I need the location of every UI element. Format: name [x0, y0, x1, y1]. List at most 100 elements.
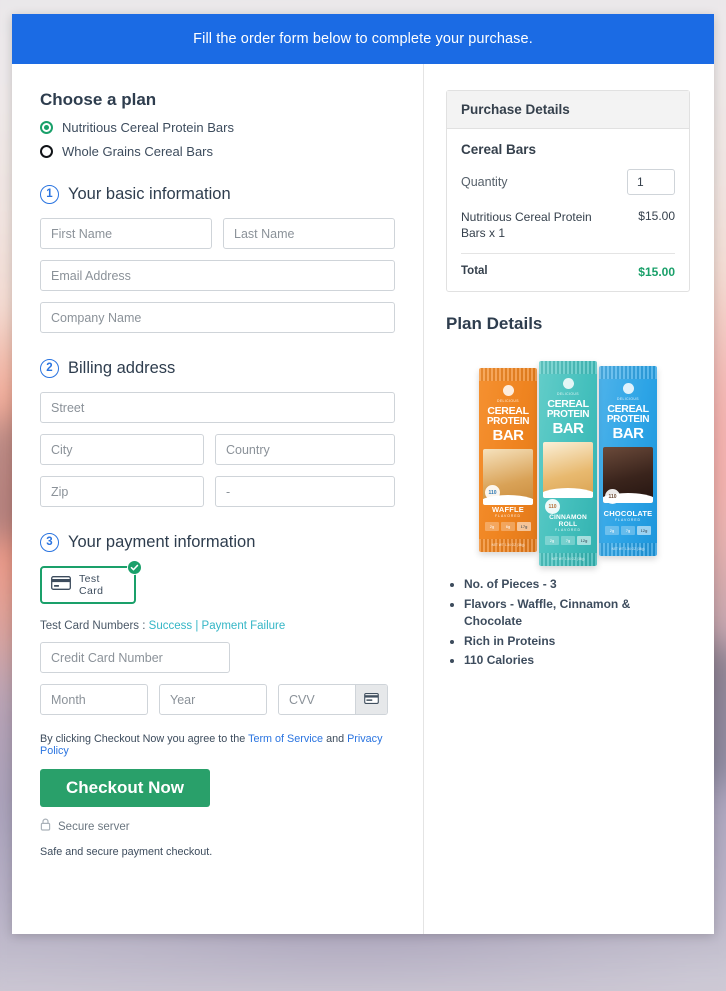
country-select[interactable]: Country — [215, 434, 395, 465]
wrapper-crimp-bottom — [539, 553, 597, 567]
brand-logo-icon — [562, 378, 574, 390]
cvv-input[interactable]: CVV — [279, 685, 355, 714]
nutrition-value: 12g — [637, 526, 651, 536]
plan-option-label: Nutritious Cereal Protein Bars — [62, 120, 234, 135]
step-number-badge: 2 — [40, 359, 59, 378]
state-select[interactable]: - — [215, 476, 395, 507]
purchase-details-body: Cereal Bars Quantity 1 Nutritious Cereal… — [447, 129, 689, 291]
zip-input[interactable]: Zip — [40, 476, 204, 507]
line-item-name: Nutritious Cereal Protein Bars x 1 — [461, 210, 592, 241]
name-field-row: First Name Last Name — [40, 218, 395, 249]
bar-flavor-photo — [543, 442, 593, 499]
company-field-row: Company Name — [40, 302, 395, 333]
bar-brand-line2: PROTEIN — [606, 413, 650, 425]
step-label: Your payment information — [68, 533, 256, 551]
bar-flavor-name: CHOCOLATE FLAVORED — [599, 509, 657, 522]
purchase-details-panel: Purchase Details Cereal Bars Quantity 1 … — [446, 90, 690, 293]
bar-flavor-name: CINNAMON ROLL FLAVORED — [539, 514, 597, 532]
step-label: Your basic information — [68, 185, 231, 203]
payment-method-label: Test Card — [79, 573, 104, 597]
quantity-input[interactable]: 1 — [627, 169, 675, 195]
bar-flavor-text: CHOCOLATE — [603, 509, 653, 519]
checkout-now-button[interactable]: Checkout Now — [40, 769, 210, 807]
nutrition-value: 7g — [621, 526, 635, 536]
product-bar-chocolate: DELICIOUS CEREAL PROTEIN BAR 110 CHOCOLA… — [599, 366, 657, 557]
list-item: Rich in Proteins — [464, 633, 690, 650]
credit-card-icon — [51, 575, 71, 595]
bar-flavor-sub: FLAVORED — [614, 518, 642, 523]
company-name-input[interactable]: Company Name — [40, 302, 395, 333]
terms-agreement-text: By clicking Checkout Now you agree to th… — [40, 733, 395, 757]
product-image: DELICIOUS CEREAL PROTEIN BAR 110 WAFFLE … — [446, 348, 690, 567]
link-separator: | — [195, 620, 199, 632]
test-card-numbers-label: Test Card Numbers : — [40, 620, 146, 632]
bar-brand-line2: PROTEIN — [546, 408, 590, 420]
first-name-input[interactable]: First Name — [40, 218, 212, 249]
bar-calories-badge: 110 — [545, 499, 560, 515]
cvv-field-group: CVV — [278, 684, 388, 715]
expiry-cvv-row: Month Year CVV — [40, 684, 395, 715]
line-item-amount: $15.00 — [638, 209, 675, 223]
step-label: Billing address — [68, 359, 176, 377]
nutrition-value: 7g — [561, 536, 575, 546]
line-item-row: Nutritious Cereal Protein Bars x 1 $15.0… — [461, 209, 675, 241]
checkout-card: Fill the order form below to complete yo… — [12, 14, 714, 934]
wrapper-crimp-bottom — [479, 539, 537, 553]
wrapper-crimp-top — [479, 368, 537, 382]
step-header-billing-address: 2 Billing address — [40, 359, 395, 378]
bar-eyebrow: DELICIOUS — [617, 397, 639, 402]
expiry-year-select[interactable]: Year — [159, 684, 267, 715]
nutrition-value: 2g — [545, 536, 559, 546]
plan-option-whole-grains[interactable]: Whole Grains Cereal Bars — [40, 144, 395, 159]
email-input[interactable]: Email Address — [40, 260, 395, 291]
radio-unselected-icon[interactable] — [40, 145, 53, 158]
bar-eyebrow: DELICIOUS — [497, 399, 519, 404]
nutrition-value: 17g — [517, 522, 531, 532]
nutrition-value: 6g — [501, 522, 515, 532]
banner-text: Fill the order form below to complete yo… — [193, 31, 533, 47]
purchase-details-header: Purchase Details — [447, 91, 689, 129]
bar-flavor-sub: FLAVORED — [554, 528, 582, 533]
wrapper-crimp-bottom — [599, 543, 657, 557]
cvv-help-button[interactable] — [355, 685, 387, 714]
choose-plan-title: Choose a plan — [40, 90, 157, 109]
nutrition-value: 2g — [485, 522, 499, 532]
city-input[interactable]: City — [40, 434, 204, 465]
test-card-numbers-row: Test Card Numbers : Success | Payment Fa… — [40, 620, 395, 632]
bar-eyebrow: DELICIOUS — [557, 392, 579, 397]
street-input[interactable]: Street — [40, 392, 395, 423]
wrapper-crimp-top — [539, 361, 597, 375]
list-item: 110 Calories — [464, 652, 690, 669]
bar-flavor-text: CINNAMON ROLL — [549, 514, 587, 529]
card-back-icon — [364, 691, 379, 709]
last-name-input[interactable]: Last Name — [223, 218, 395, 249]
bar-nutrition-facts: 2g 7g 12g — [545, 536, 591, 546]
test-card-failure-link[interactable]: Payment Failure — [202, 620, 286, 632]
secure-server-row: Secure server — [40, 818, 395, 836]
bar-nutrition-facts: 2g 7g 12g — [605, 526, 651, 536]
payment-method-test-card[interactable]: Test Card — [40, 560, 142, 604]
radio-selected-icon[interactable] — [40, 121, 53, 134]
bar-brand-line3: BAR — [492, 427, 525, 445]
total-amount: $15.00 — [638, 265, 675, 280]
street-field-row: Street — [40, 392, 395, 423]
zip-state-row: Zip - — [40, 476, 395, 507]
page-banner: Fill the order form below to complete yo… — [12, 14, 714, 64]
lock-icon — [40, 818, 51, 836]
term-of-service-link[interactable]: Term of Service — [248, 733, 323, 745]
summary-column: Purchase Details Cereal Bars Quantity 1 … — [424, 64, 714, 934]
test-card-success-link[interactable]: Success — [149, 620, 192, 632]
nutrition-value: 12g — [577, 536, 591, 546]
credit-card-number-input[interactable]: Credit Card Number — [40, 642, 230, 673]
brand-logo-icon — [502, 385, 514, 397]
plan-option-nutritious[interactable]: Nutritious Cereal Protein Bars — [40, 120, 395, 135]
quantity-label: Quantity — [461, 175, 508, 189]
list-item: No. of Pieces - 3 — [464, 576, 690, 593]
credit-card-number-row: Credit Card Number — [40, 642, 395, 673]
check-circle-icon — [127, 560, 142, 575]
bar-flavor-name: WAFFLE FLAVORED — [479, 505, 537, 518]
terms-prefix: By clicking Checkout Now you agree to th… — [40, 733, 246, 745]
expiry-month-select[interactable]: Month — [40, 684, 148, 715]
order-form-column: Choose a plan Nutritious Cereal Protein … — [12, 64, 424, 934]
bar-nutrition-facts: 2g 6g 17g — [485, 522, 531, 532]
